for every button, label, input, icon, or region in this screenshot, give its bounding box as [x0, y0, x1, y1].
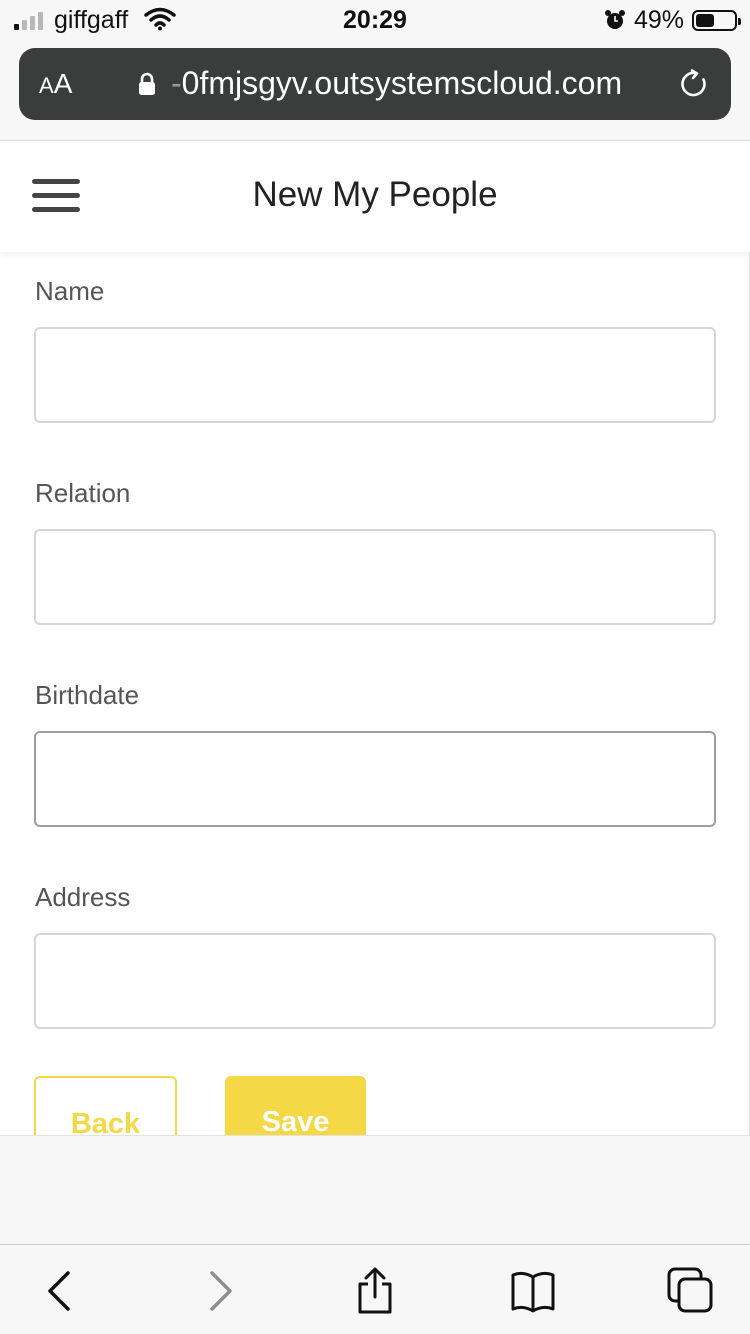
birthdate-input[interactable] — [34, 731, 716, 827]
url-text[interactable]: -0fmjsgyv.outsystemscloud.com — [171, 65, 622, 102]
browser-toolbar — [0, 1244, 750, 1334]
share-icon[interactable] — [351, 1267, 399, 1315]
form-container: Name Relation Birthdate Address Back Sav… — [0, 252, 750, 1136]
tabs-icon[interactable] — [667, 1267, 715, 1315]
page-title: New My People — [252, 175, 498, 214]
name-label: Name — [35, 276, 105, 306]
text-size-button[interactable]: AA — [39, 68, 72, 100]
status-bar: giffgaff 20:29 49% — [0, 0, 750, 40]
battery-percent: 49% — [634, 6, 685, 34]
name-input[interactable] — [34, 327, 716, 423]
relation-input[interactable] — [34, 529, 716, 625]
back-arrow-icon[interactable] — [36, 1267, 84, 1315]
app-header: New My People — [0, 140, 750, 252]
address-input[interactable] — [34, 933, 716, 1029]
bookmarks-icon[interactable] — [509, 1267, 557, 1315]
alarm-icon — [605, 10, 625, 29]
battery-icon — [692, 10, 741, 31]
forward-arrow-icon[interactable] — [196, 1267, 244, 1315]
address-label: Address — [35, 882, 131, 912]
save-button[interactable]: Save — [225, 1076, 366, 1135]
back-button[interactable]: Back — [34, 1076, 177, 1135]
lock-icon — [139, 72, 155, 95]
reload-icon[interactable] — [679, 68, 711, 100]
relation-label: Relation — [35, 478, 131, 508]
birthdate-label: Birthdate — [35, 680, 140, 710]
screen: giffgaff 20:29 49% AA -0fmjsgyv.outsyste… — [0, 0, 750, 1334]
address-bar[interactable]: AA -0fmjsgyv.outsystemscloud.com — [19, 48, 731, 120]
